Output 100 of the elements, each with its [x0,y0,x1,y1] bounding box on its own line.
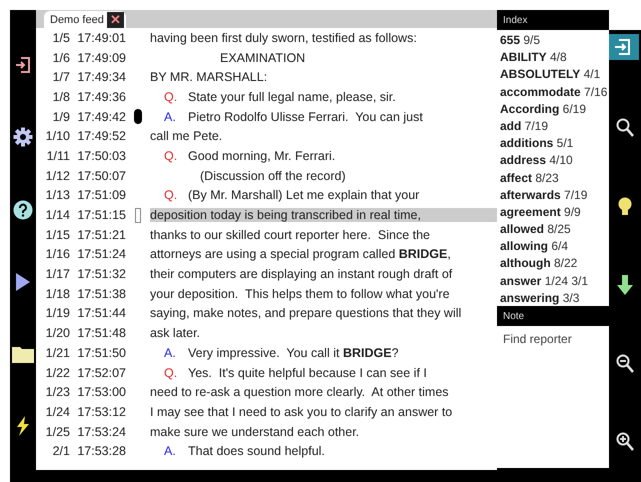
transcript-text: I may see that I need to ask you to clarify an answer to [150,404,454,419]
line-number: 1/14 [44,208,70,222]
marker-bar[interactable] [135,208,141,223]
timestamp: 17:49:42 [76,110,126,124]
timestamp: 17:51:38 [76,286,126,301]
settings-icon[interactable] [13,126,33,147]
timestamp: 17:49:36 [76,90,126,104]
question-label: Q. [164,90,178,104]
timestamp: 17:51:21 [76,228,126,242]
timestamp: 17:50:07 [76,168,126,183]
lightbulb-icon[interactable] [618,196,632,217]
timestamp: 17:53:24 [76,424,126,439]
line-number: 1/9 [52,110,70,124]
transcript-text: make sure we understand each other. [150,424,360,439]
line-number: 1/12 [44,168,70,183]
search-icon[interactable] [616,118,634,138]
line-number: 1/15 [44,228,70,242]
marker-pill[interactable] [134,109,142,124]
transcript-text: EXAMINATION [220,50,306,65]
index-entry[interactable]: accommodate 7/16 [500,84,606,101]
panel-header: Index [502,14,528,28]
timestamp: 17:49:01 [76,30,126,45]
login-icon[interactable] [15,56,31,74]
close-button[interactable]: ✕ [106,12,124,28]
transcript-text: deposition today is being transcribed in real time, [150,208,497,222]
zoom-in-icon[interactable] [616,432,634,452]
transcript-text: ask later. [150,326,202,340]
line-number: 1/13 [44,188,70,202]
transcript-text: thanks to our skilled court reporter here. Since the [150,228,432,242]
line-number: 1/10 [44,129,70,144]
index-entry[interactable]: address 4/10 [500,152,606,170]
index-entry[interactable]: allowed 8/25 [500,221,606,238]
line-number: 1/25 [44,424,70,439]
line-number: 1/6 [52,50,70,65]
line-number: 2/1 [52,444,70,458]
index-entry[interactable]: ABILITY 4/8 [500,49,606,66]
index-entry[interactable]: additions 5/1 [500,135,606,152]
folder-icon[interactable] [12,344,34,363]
lightning-icon[interactable] [16,416,30,436]
tab[interactable]: Demo feed ✕ [44,11,126,28]
line-number: 1/23 [44,385,70,400]
index-entry[interactable]: According 6/19 [500,100,606,118]
help-icon[interactable] [13,200,33,220]
index-entry[interactable]: answer 1/24 3/1 [500,272,606,290]
timestamp: 17:53:00 [76,385,126,400]
timestamp: 17:49:34 [76,70,126,84]
line-number: 1/17 [44,267,70,282]
transcript-text: your deposition. This helps them to follow what you're [150,286,451,301]
zoom-out-icon[interactable] [616,354,634,374]
index-entry[interactable]: answering 3/3 [500,290,606,306]
index-entry[interactable]: allowing 6/4 [500,238,606,256]
timestamp: 17:51:15 [76,208,126,222]
transcript-text: need to re-ask a question more clearly. At other times [150,385,450,400]
down-arrow-icon[interactable] [617,275,633,296]
index-entry[interactable]: 655 9/5 [500,32,606,50]
question-label: Q. [164,148,178,163]
transcript-text: Good morning, Mr. Ferrari. [188,148,336,163]
index-entry[interactable]: add 7/19 [500,118,606,136]
index-entry[interactable]: agreement 9/9 [500,204,606,222]
timestamp: 17:49:09 [76,50,126,65]
transcript-text: attorneys are using a special program called BRIDGE, [150,247,452,262]
transcript-text: State your full legal name, please, sir. [188,90,397,104]
line-number: 1/22 [44,366,70,380]
timestamp: 17:51:50 [76,346,126,360]
index-entry[interactable]: although 8/22 [500,255,606,273]
transcript-text: That does sound helpful. [188,444,326,458]
panel-header: Note [502,310,526,324]
line-number: 1/5 [52,30,70,45]
line-number: 1/20 [44,326,70,340]
answer-label: A. [164,110,177,124]
index-entry[interactable]: ABSOLUTELY 4/1 [500,66,606,84]
line-number: 1/7 [52,70,70,84]
timestamp: 17:51:48 [76,326,126,340]
line-number: 1/24 [44,404,70,419]
transcript-text: saying, make notes, and prepare questions that they will [150,306,462,320]
index-entry[interactable]: affect 8/23 [500,170,606,187]
answer-label: A. [164,346,177,360]
transcript-text: Yes. It's quite helpful because I can see if I [188,366,428,380]
timestamp: 17:51:32 [76,267,126,282]
question-label: Q. [164,366,178,380]
note-text[interactable]: Find reporter [497,326,609,468]
line-number: 1/11 [46,148,70,163]
index-entry[interactable]: afterwards 7/19 [500,186,606,204]
transcript-text: having been first duly sworn, testified as follows: [150,30,418,45]
transcript-text: their computers are displaying an instant rough draft of [150,267,454,282]
line-number: 1/16 [44,247,70,262]
timestamp: 17:53:12 [76,404,126,419]
timestamp: 17:52:07 [76,366,126,380]
line-number: 1/8 [52,90,70,104]
export-icon[interactable] [609,34,639,60]
transcript-text: Very impressive. You call it BRIDGE? [188,346,400,360]
question-label: Q. [164,188,178,202]
timestamp: 17:53:28 [76,444,126,458]
transcript-text: call me Pete. [150,129,224,144]
timestamp: 17:50:03 [76,148,126,163]
timestamp: 17:51:44 [76,306,126,320]
transcript-text: BY MR. MARSHALL: [150,70,268,84]
play-icon[interactable] [15,272,31,292]
line-number: 1/21 [44,346,70,360]
line-number: 1/19 [44,306,70,320]
